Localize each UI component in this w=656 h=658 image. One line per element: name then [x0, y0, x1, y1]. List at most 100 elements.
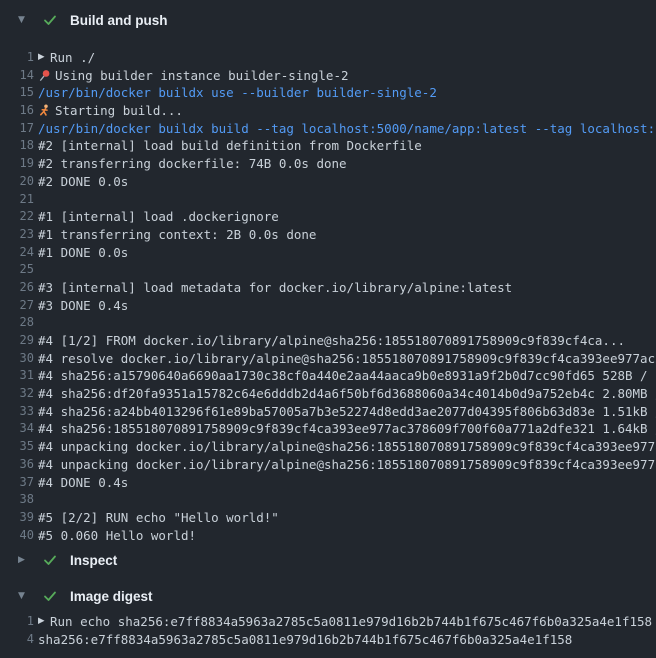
log-text: #3 [internal] load metadata for docker.i…	[38, 279, 512, 297]
log-text-value: /usr/bin/docker buildx use --builder bui…	[38, 84, 437, 102]
log-line: 4sha256:e7ff8834a5963a2785c5a0811e979d16…	[0, 631, 656, 649]
log-text-value: #4 [1/2] FROM docker.io/library/alpine@s…	[38, 332, 625, 350]
line-number[interactable]: 24	[0, 244, 34, 262]
log-text: #4 sha256:a24bb4013296f61e89ba57005a7b3e…	[38, 403, 656, 421]
log-text: #4 sha256:df20fa9351a15782c64e6dddb2d4a6…	[38, 385, 656, 403]
log-line: 18#2 [internal] load build definition fr…	[0, 137, 656, 155]
section-digest: ▼ Image digest 1▶Run echo sha256:e7ff8834a…	[0, 586, 656, 648]
line-number[interactable]: 1	[0, 613, 34, 631]
log-line: 1▶Run ./	[0, 49, 656, 67]
line-number[interactable]: 40	[0, 527, 34, 545]
log-text: #5 [2/2] RUN echo "Hello world!"	[38, 509, 279, 527]
log-line: 26#3 [internal] load metadata for docker…	[0, 279, 656, 297]
log-line: 39#5 [2/2] RUN echo "Hello world!"	[0, 509, 656, 527]
line-number[interactable]: 27	[0, 297, 34, 315]
line-number[interactable]: 16	[0, 102, 34, 120]
line-number[interactable]: 4	[0, 631, 34, 649]
log-text: #4 sha256:185518070891758909c9f839cf4ca3…	[38, 420, 656, 438]
line-number[interactable]: 26	[0, 279, 34, 297]
line-number[interactable]: 20	[0, 173, 34, 191]
line-number[interactable]: 38	[0, 491, 34, 509]
line-number[interactable]: 21	[0, 191, 34, 209]
log-text-value: #2 [internal] load build definition from…	[38, 137, 422, 155]
log-text-value: #5 [2/2] RUN echo "Hello world!"	[38, 509, 279, 527]
log-line: 35#4 unpacking docker.io/library/alpine@…	[0, 438, 656, 456]
line-number[interactable]: 33	[0, 403, 34, 421]
section-label: Image digest	[70, 589, 153, 604]
section-header-inspect[interactable]: ▶ Inspect	[0, 550, 656, 570]
log-text-value: #4 sha256:185518070891758909c9f839cf4ca3…	[38, 420, 656, 438]
log-line: 34#4 sha256:185518070891758909c9f839cf4c…	[0, 420, 656, 438]
log-text: ▶Run echo sha256:e7ff8834a5963a2785c5a08…	[38, 613, 652, 631]
line-number[interactable]: 14	[0, 67, 34, 85]
line-number[interactable]: 31	[0, 367, 34, 385]
line-number[interactable]: 34	[0, 420, 34, 438]
log-text: #2 [internal] load build definition from…	[38, 137, 422, 155]
line-number[interactable]: 37	[0, 474, 34, 492]
chevron-right-icon[interactable]: ▶	[18, 556, 28, 565]
log-text-value: #3 [internal] load metadata for docker.i…	[38, 279, 512, 297]
log-text: sha256:e7ff8834a5963a2785c5a0811e979d16b…	[38, 631, 572, 649]
line-number[interactable]: 1	[0, 49, 34, 67]
log-text-value: #4 sha256:a24bb4013296f61e89ba57005a7b3e…	[38, 403, 656, 421]
log-line: 20#2 DONE 0.0s	[0, 173, 656, 191]
chevron-down-icon[interactable]: ▼	[18, 16, 28, 25]
log-line: 19#2 transferring dockerfile: 74B 0.0s d…	[0, 155, 656, 173]
log-text-value: #4 sha256:df20fa9351a15782c64e6dddb2d4a6…	[38, 385, 656, 403]
section-build: ▼Build and push1▶Run ./14Using builder i…	[0, 10, 656, 544]
log-text: #4 sha256:a15790640a6690aa1730c38cf0a440…	[38, 367, 656, 385]
log-line: 36#4 unpacking docker.io/library/alpine@…	[0, 456, 656, 474]
log-line: 24#1 DONE 0.0s	[0, 244, 656, 262]
log-text: Using builder instance builder-single-2	[38, 67, 349, 85]
pushpin-icon	[38, 69, 51, 82]
log-text: ▶Run ./	[38, 49, 95, 67]
log-text: #1 DONE 0.0s	[38, 244, 128, 262]
line-number[interactable]: 23	[0, 226, 34, 244]
log-line: 38	[0, 491, 656, 509]
log-line: 29#4 [1/2] FROM docker.io/library/alpine…	[0, 332, 656, 350]
log-text: #1 [internal] load .dockerignore	[38, 208, 279, 226]
line-number[interactable]: 18	[0, 137, 34, 155]
line-number[interactable]: 25	[0, 261, 34, 279]
log-line: 40#5 0.060 Hello world!	[0, 527, 656, 545]
log-block-digest: 1▶Run echo sha256:e7ff8834a5963a2785c5a0…	[0, 606, 656, 648]
log-line: 28	[0, 314, 656, 332]
log-text-value: #1 DONE 0.0s	[38, 244, 128, 262]
runner-icon	[38, 104, 51, 117]
line-number[interactable]: 15	[0, 84, 34, 102]
line-number[interactable]: 28	[0, 314, 34, 332]
line-number[interactable]: 32	[0, 385, 34, 403]
expand-run-icon[interactable]: ▶	[38, 49, 50, 67]
section-header-build[interactable]: ▼Build and push	[0, 10, 656, 30]
log-block-build: 1▶Run ./14Using builder instance builder…	[0, 30, 656, 544]
section-inspect: ▶ Inspect	[0, 550, 656, 570]
check-icon	[42, 12, 58, 28]
section-header-digest[interactable]: ▼ Image digest	[0, 586, 656, 606]
log-text-value: sha256:e7ff8834a5963a2785c5a0811e979d16b…	[38, 631, 572, 649]
line-number[interactable]: 29	[0, 332, 34, 350]
log-line: 37#4 DONE 0.4s	[0, 474, 656, 492]
log-text-value: Starting build...	[55, 102, 183, 120]
line-number[interactable]: 39	[0, 509, 34, 527]
log-text-value: #5 0.060 Hello world!	[38, 527, 196, 545]
actions-log-viewer: ▼Build and push1▶Run ./14Using builder i…	[0, 10, 656, 649]
log-text: /usr/bin/docker buildx use --builder bui…	[38, 84, 437, 102]
log-line: 21	[0, 191, 656, 209]
line-number[interactable]: 17	[0, 120, 34, 138]
log-line: 17/usr/bin/docker buildx build --tag loc…	[0, 120, 656, 138]
log-text-value: #4 unpacking docker.io/library/alpine@sh…	[38, 438, 656, 456]
chevron-down-icon[interactable]: ▼	[18, 592, 28, 601]
log-text: #5 0.060 Hello world!	[38, 527, 196, 545]
expand-run-icon[interactable]: ▶	[38, 613, 50, 631]
line-number[interactable]: 22	[0, 208, 34, 226]
section-label: Inspect	[70, 553, 117, 568]
log-text-value: #2 transferring dockerfile: 74B 0.0s don…	[38, 155, 347, 173]
log-text: #2 transferring dockerfile: 74B 0.0s don…	[38, 155, 347, 173]
log-line: 14Using builder instance builder-single-…	[0, 67, 656, 85]
line-number[interactable]: 35	[0, 438, 34, 456]
log-text-value: #4 DONE 0.4s	[38, 474, 128, 492]
line-number[interactable]: 36	[0, 456, 34, 474]
line-number[interactable]: 19	[0, 155, 34, 173]
log-text-value: #3 DONE 0.4s	[38, 297, 128, 315]
line-number[interactable]: 30	[0, 350, 34, 368]
